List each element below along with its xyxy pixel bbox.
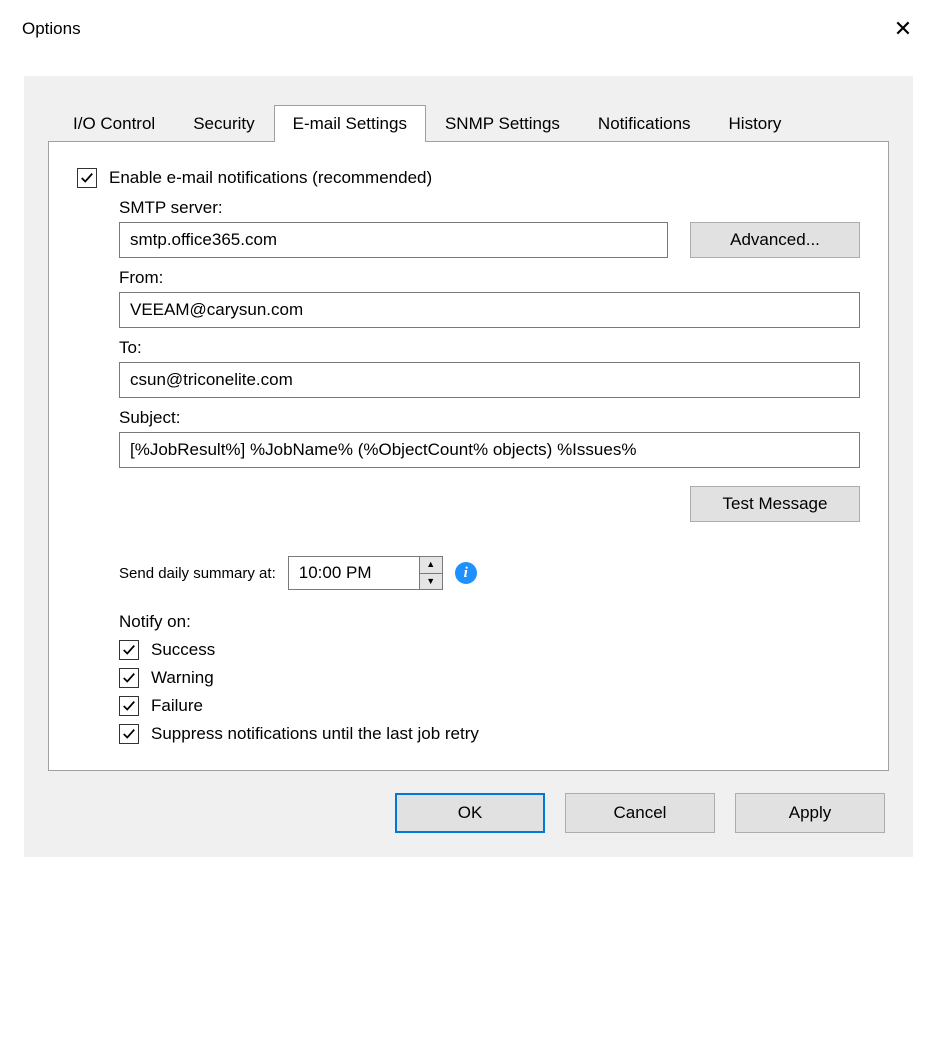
daily-summary-time-spinner[interactable]: ▲ ▼ [288, 556, 443, 590]
cancel-button[interactable]: Cancel [565, 793, 715, 833]
notify-success-row: Success [119, 640, 860, 660]
enable-email-row: Enable e-mail notifications (recommended… [77, 168, 860, 188]
notify-success-label: Success [151, 640, 215, 660]
info-icon[interactable]: i [455, 562, 477, 584]
notify-on-label: Notify on: [119, 612, 860, 632]
notify-failure-checkbox[interactable] [119, 696, 139, 716]
advanced-button[interactable]: Advanced... [690, 222, 860, 258]
notify-suppress-row: Suppress notifications until the last jo… [119, 724, 860, 744]
daily-summary-row: Send daily summary at: ▲ ▼ i [119, 556, 860, 590]
notify-block: Notify on: Success Warning [119, 612, 860, 744]
notify-suppress-checkbox[interactable] [119, 724, 139, 744]
dialog-title: Options [22, 19, 81, 39]
tab-notifications[interactable]: Notifications [579, 105, 710, 142]
check-icon [122, 727, 136, 741]
dialog-button-bar: OK Cancel Apply [48, 771, 889, 857]
close-icon[interactable]: ✕ [883, 18, 923, 40]
subject-input[interactable] [119, 432, 860, 468]
dialog-body: I/O Control Security E-mail Settings SNM… [24, 76, 913, 857]
from-label: From: [119, 268, 860, 288]
check-icon [122, 643, 136, 657]
smtp-label: SMTP server: [119, 198, 860, 218]
tab-panel-email: Enable e-mail notifications (recommended… [48, 141, 889, 771]
notify-warning-label: Warning [151, 668, 214, 688]
notify-failure-label: Failure [151, 696, 203, 716]
notify-warning-row: Warning [119, 668, 860, 688]
check-icon [80, 171, 94, 185]
spinner-up-icon[interactable]: ▲ [420, 557, 442, 574]
to-label: To: [119, 338, 860, 358]
notify-success-checkbox[interactable] [119, 640, 139, 660]
notify-failure-row: Failure [119, 696, 860, 716]
tab-snmp-settings[interactable]: SNMP Settings [426, 105, 579, 142]
title-bar: Options ✕ [0, 0, 937, 52]
from-input[interactable] [119, 292, 860, 328]
check-icon [122, 699, 136, 713]
options-dialog: Options ✕ I/O Control Security E-mail Se… [0, 0, 937, 1039]
notify-warning-checkbox[interactable] [119, 668, 139, 688]
tab-io-control[interactable]: I/O Control [54, 105, 174, 142]
enable-email-label: Enable e-mail notifications (recommended… [109, 168, 432, 188]
subject-label: Subject: [119, 408, 860, 428]
apply-button[interactable]: Apply [735, 793, 885, 833]
daily-summary-label: Send daily summary at: [119, 565, 276, 582]
notify-suppress-label: Suppress notifications until the last jo… [151, 724, 479, 744]
dialog-outer-padding: I/O Control Security E-mail Settings SNM… [0, 52, 937, 857]
spinner-down-icon[interactable]: ▼ [420, 574, 442, 590]
email-fields: SMTP server: Advanced... From: To: Subje… [119, 198, 860, 744]
tab-strip: I/O Control Security E-mail Settings SNM… [48, 76, 889, 141]
ok-button[interactable]: OK [395, 793, 545, 833]
test-message-button[interactable]: Test Message [690, 486, 860, 522]
to-input[interactable] [119, 362, 860, 398]
tab-history[interactable]: History [710, 105, 801, 142]
smtp-server-input[interactable] [119, 222, 668, 258]
tab-security[interactable]: Security [174, 105, 273, 142]
daily-summary-time-input[interactable] [289, 557, 419, 589]
check-icon [122, 671, 136, 685]
tab-email-settings[interactable]: E-mail Settings [274, 105, 426, 142]
enable-email-checkbox[interactable] [77, 168, 97, 188]
